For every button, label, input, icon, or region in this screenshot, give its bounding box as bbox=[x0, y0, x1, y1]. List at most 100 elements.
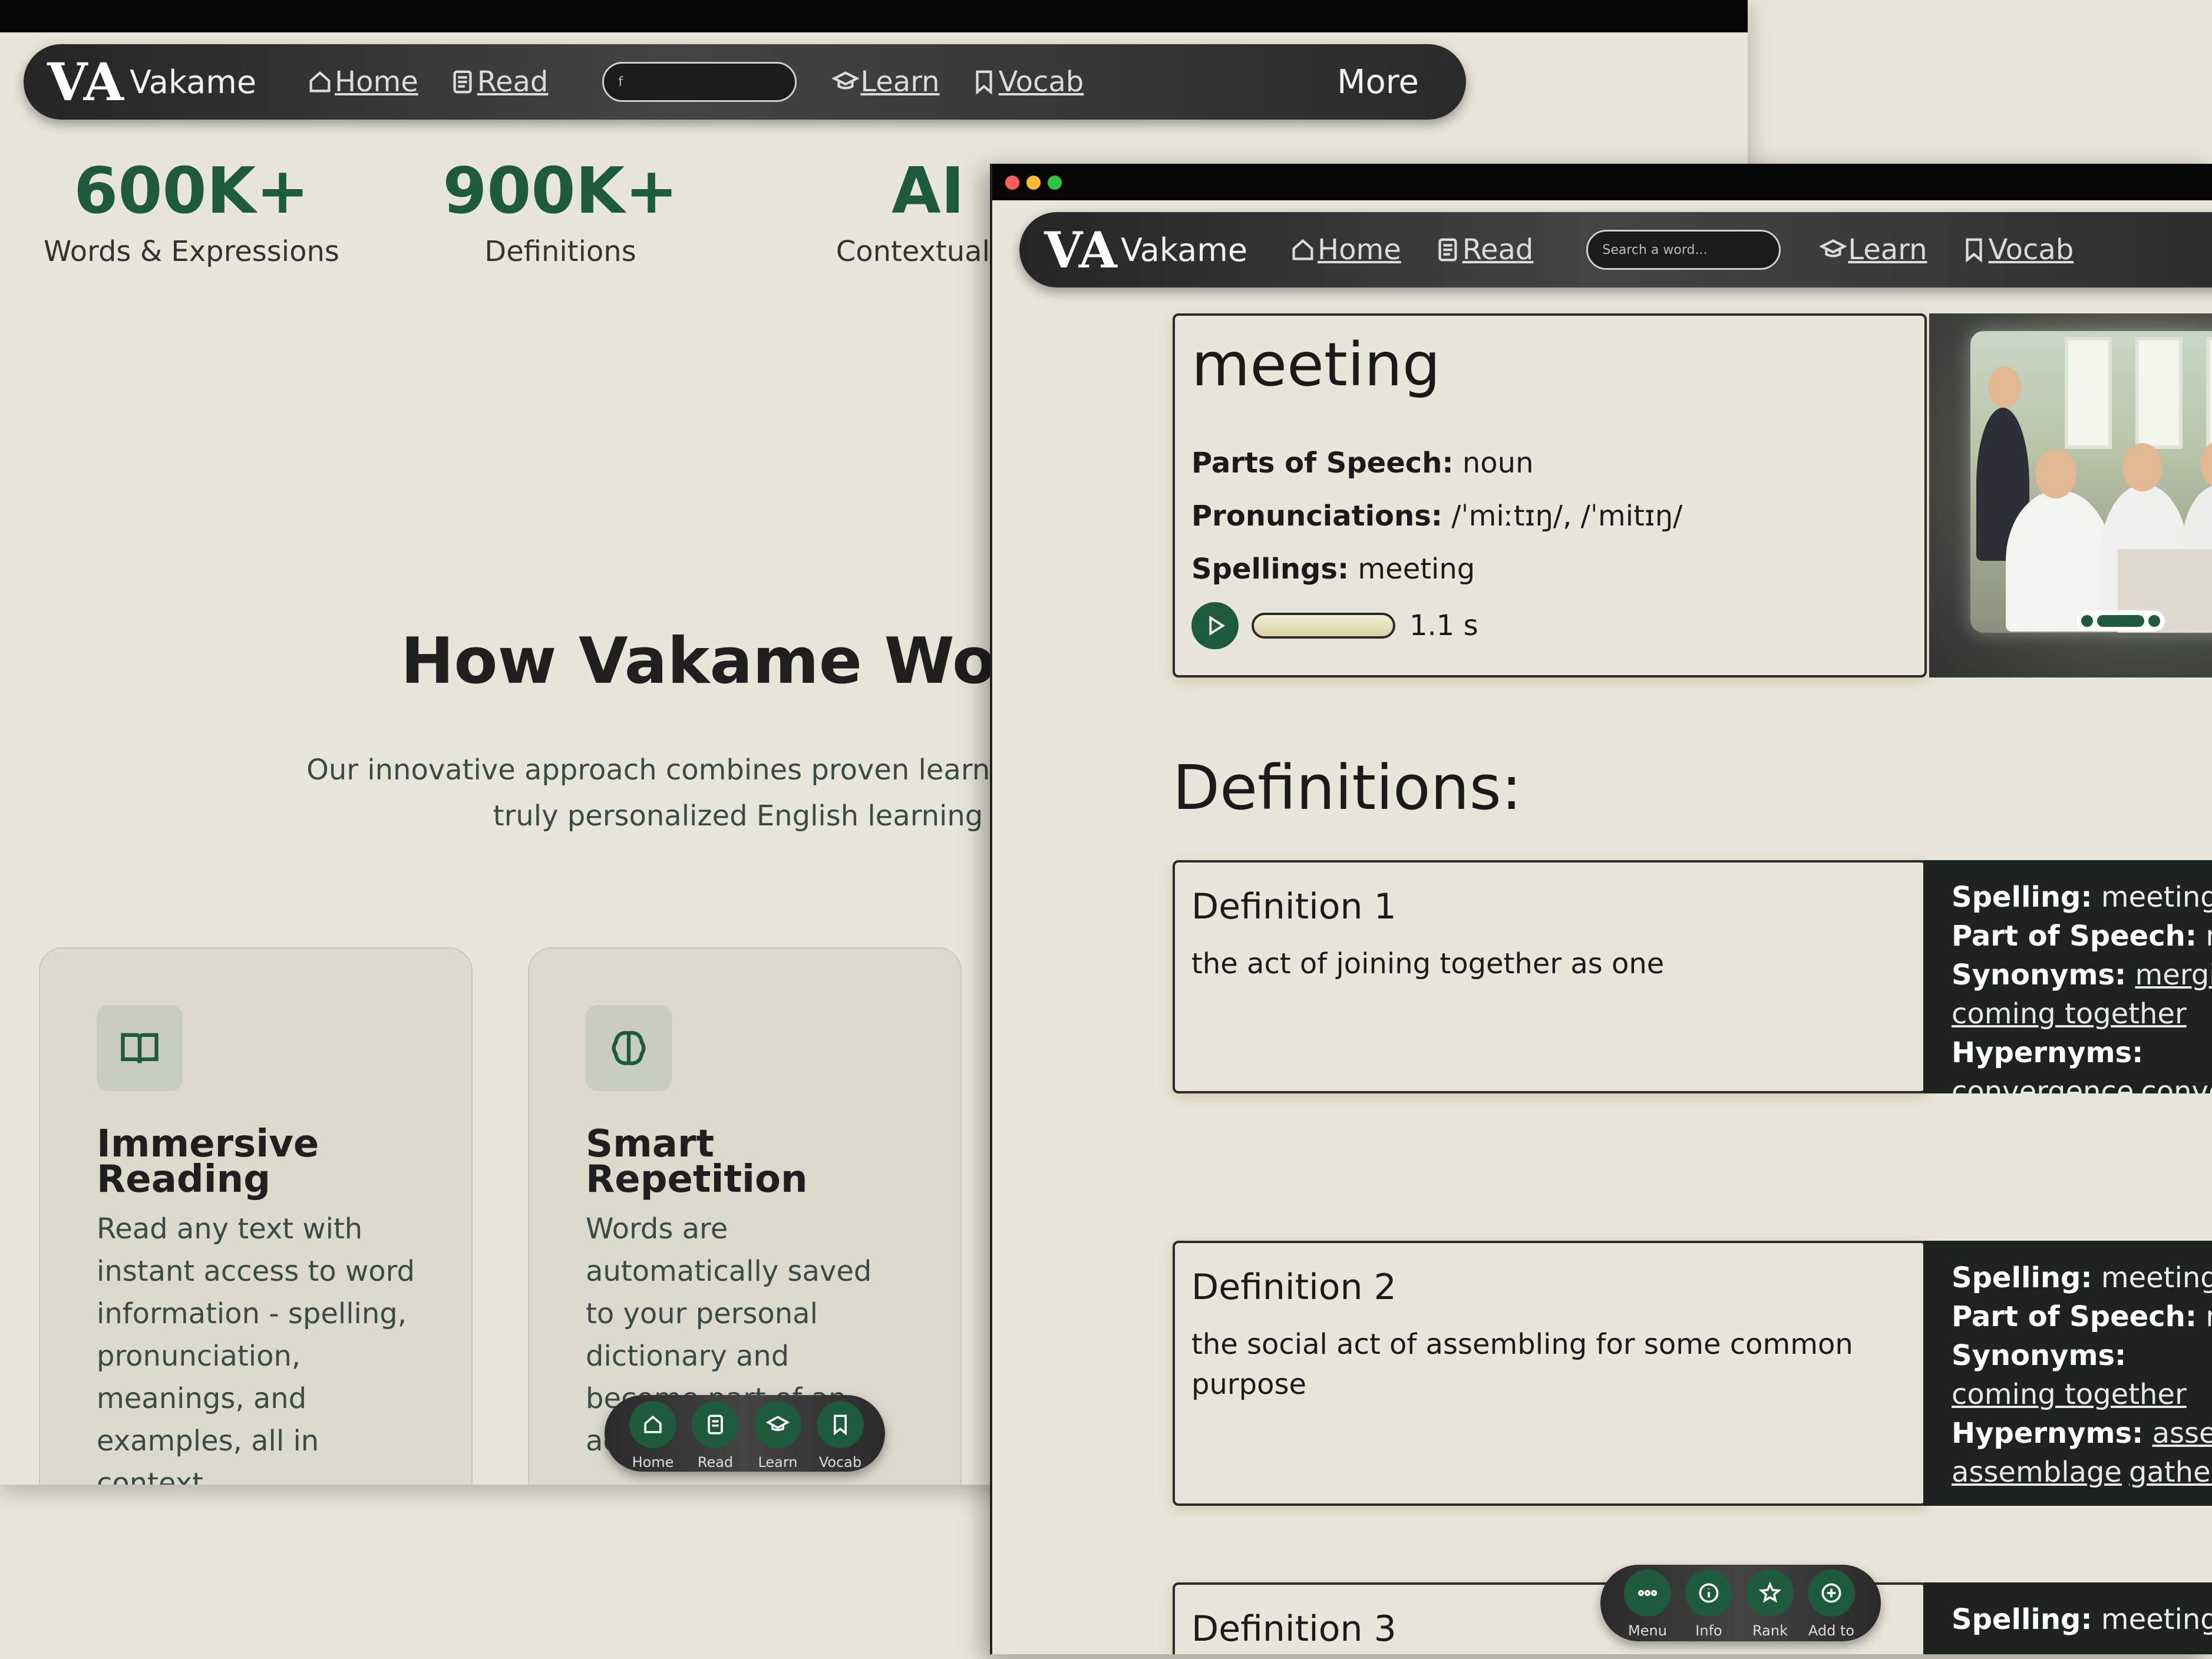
graduation-cap-icon bbox=[765, 1416, 790, 1431]
nav-link-learn[interactable]: Learn bbox=[832, 65, 940, 98]
word-summary-card: meeting Parts of Speech: noun Pronunciat… bbox=[1173, 313, 1927, 678]
home-icon bbox=[1292, 239, 1313, 260]
definition-details-panel: Spelling: meeting Part of Speech: nou Sy… bbox=[1923, 860, 2212, 1093]
graduation-cap-icon bbox=[832, 71, 860, 90]
brand-name[interactable]: Vakame bbox=[1121, 232, 1247, 269]
document-icon bbox=[453, 70, 472, 94]
star-icon bbox=[1758, 1581, 1782, 1603]
stat-words: 600K+ Words & Expressions bbox=[41, 154, 342, 268]
nav-link-home[interactable]: Home bbox=[1289, 233, 1401, 266]
dock-item-learn[interactable]: Learn bbox=[754, 1401, 801, 1470]
feature-title: Immersive Reading bbox=[97, 1122, 319, 1201]
audio-duration: 1.1 s bbox=[1409, 609, 1478, 642]
nav-link-vocab[interactable]: Vocab bbox=[1960, 233, 2074, 266]
hypernym-link[interactable]: convergence bbox=[1952, 1075, 2134, 1093]
feature-title: Smart Repetition bbox=[586, 1122, 808, 1201]
graduation-cap-icon bbox=[1820, 239, 1847, 257]
minimize-window-button[interactable] bbox=[1026, 176, 1041, 190]
image-carousel-indicator[interactable] bbox=[2076, 610, 2165, 632]
definition-title: Definition 1 bbox=[1191, 886, 1396, 927]
nav-link-learn-label: Learn bbox=[1848, 233, 1927, 266]
feature-icon-box bbox=[586, 1005, 672, 1091]
definitions-heading: Definitions: bbox=[1173, 752, 1522, 824]
definition-text: the act of joining together as one bbox=[1191, 947, 1665, 980]
vakame-logo[interactable]: VA bbox=[47, 51, 124, 113]
brand-name[interactable]: Vakame bbox=[130, 64, 306, 101]
vakame-logo[interactable]: VA bbox=[1044, 220, 1117, 279]
hypernym-link[interactable]: assemblage bbox=[1952, 1456, 2122, 1489]
more-menu-button[interactable]: More bbox=[1337, 63, 1419, 101]
nav-link-learn-label: Learn bbox=[860, 65, 940, 98]
nav-link-read[interactable]: Read bbox=[1434, 233, 1534, 266]
stat-label: Words & Expressions bbox=[44, 235, 339, 268]
nav-link-vocab-label: Vocab bbox=[1988, 233, 2074, 266]
nav-link-read[interactable]: Read bbox=[449, 65, 549, 98]
definition-details-panel: Spelling: meeting Part of Speech: nou Sy… bbox=[1923, 1241, 2212, 1506]
feature-card-immersive-reading: Immersive Reading Read any text with ins… bbox=[39, 947, 473, 1485]
feature-icon-box bbox=[97, 1005, 183, 1091]
top-navbar: VA Vakame Home Read f Learn Vocab More bbox=[24, 44, 1466, 120]
synonym-link[interactable]: merging bbox=[2135, 959, 2212, 992]
dock-item-read[interactable]: Read bbox=[692, 1401, 739, 1470]
nav-link-home-label: Home bbox=[1318, 233, 1401, 266]
dock-item-menu[interactable]: Menu bbox=[1624, 1569, 1671, 1639]
definition-card: Definition 1 the act of joining together… bbox=[1173, 860, 1927, 1093]
word-action-dock: Menu Info Rank Add to bbox=[1600, 1565, 1881, 1641]
dock-item-add-to[interactable]: Add to bbox=[1808, 1569, 1855, 1639]
top-navbar: VA Vakame Home Read Search a word... Lea… bbox=[1019, 212, 2212, 287]
definition-title: Definition 2 bbox=[1191, 1267, 1396, 1308]
pronunciations: Pronunciations: /ˈmiːtɪŋ/, /ˈmitɪŋ/ bbox=[1191, 500, 1683, 533]
info-icon bbox=[1699, 1583, 1719, 1603]
definition-card: Definition 2 the social act of assemblin… bbox=[1173, 1241, 1927, 1506]
window-titlebar bbox=[0, 0, 1748, 32]
play-button[interactable] bbox=[1191, 602, 1239, 649]
word-image-panel bbox=[1929, 313, 2212, 678]
stat-number: 900K+ bbox=[443, 154, 678, 228]
close-window-button[interactable] bbox=[1005, 176, 1019, 190]
dock-item-home[interactable]: Home bbox=[629, 1401, 676, 1470]
plus-circle-icon bbox=[1821, 1583, 1841, 1603]
bookmark-icon bbox=[975, 70, 992, 95]
brain-icon bbox=[612, 1031, 646, 1065]
bottom-dock: Home Read Learn Vocab bbox=[605, 1395, 885, 1472]
stat-definitions: 900K+ Definitions bbox=[410, 154, 711, 268]
more-dots-icon bbox=[1637, 1589, 1658, 1597]
feature-description: Read any text with instant access to wor… bbox=[97, 1212, 415, 1485]
bookmark-icon bbox=[834, 1415, 847, 1436]
definition-details-panel: Spelling: meeting bbox=[1923, 1582, 2212, 1654]
synonym-link[interactable]: coming together bbox=[1952, 997, 2187, 1030]
hypernym-link[interactable]: gatheri bbox=[2129, 1456, 2212, 1489]
nav-link-read-label: Read bbox=[477, 65, 549, 98]
stat-label: Definitions bbox=[484, 235, 636, 268]
audio-progress-bar[interactable] bbox=[1252, 613, 1395, 639]
hypernym-link[interactable]: assem bbox=[2152, 1417, 2212, 1450]
search-input[interactable]: f bbox=[602, 62, 797, 102]
hypernym-link[interactable]: conver bbox=[2141, 1075, 2212, 1093]
nav-link-vocab-label: Vocab bbox=[998, 65, 1084, 98]
definition-text: the social act of assembling for some co… bbox=[1191, 1328, 1853, 1401]
search-input[interactable]: Search a word... bbox=[1586, 230, 1781, 270]
audio-player: 1.1 s bbox=[1191, 602, 1908, 649]
document-icon bbox=[1438, 238, 1457, 262]
parts-of-speech: Parts of Speech: noun bbox=[1191, 447, 1534, 480]
bookmark-icon bbox=[1965, 238, 1982, 263]
dock-item-rank[interactable]: Rank bbox=[1747, 1569, 1794, 1639]
home-icon bbox=[644, 1415, 662, 1433]
nav-link-learn[interactable]: Learn bbox=[1820, 233, 1927, 266]
synonym-link[interactable]: coming together bbox=[1952, 1378, 2187, 1411]
document-icon bbox=[708, 1415, 723, 1435]
nav-link-home-label: Home bbox=[335, 65, 418, 98]
foreground-browser-window: VA Vakame Home Read Search a word... Lea… bbox=[990, 164, 2212, 1654]
section-title: How Vakame Wo bbox=[401, 624, 996, 698]
dock-item-vocab[interactable]: Vocab bbox=[817, 1401, 864, 1470]
window-titlebar bbox=[992, 164, 2212, 200]
meeting-photo bbox=[1970, 331, 2212, 633]
nav-link-vocab[interactable]: Vocab bbox=[970, 65, 1084, 98]
maximize-window-button[interactable] bbox=[1048, 176, 1062, 190]
nav-link-read-label: Read bbox=[1462, 233, 1534, 266]
book-open-icon bbox=[121, 1033, 159, 1063]
nav-link-home[interactable]: Home bbox=[306, 65, 418, 98]
home-icon bbox=[309, 71, 331, 92]
word-title: meeting bbox=[1191, 330, 1441, 400]
dock-item-info[interactable]: Info bbox=[1685, 1569, 1732, 1639]
